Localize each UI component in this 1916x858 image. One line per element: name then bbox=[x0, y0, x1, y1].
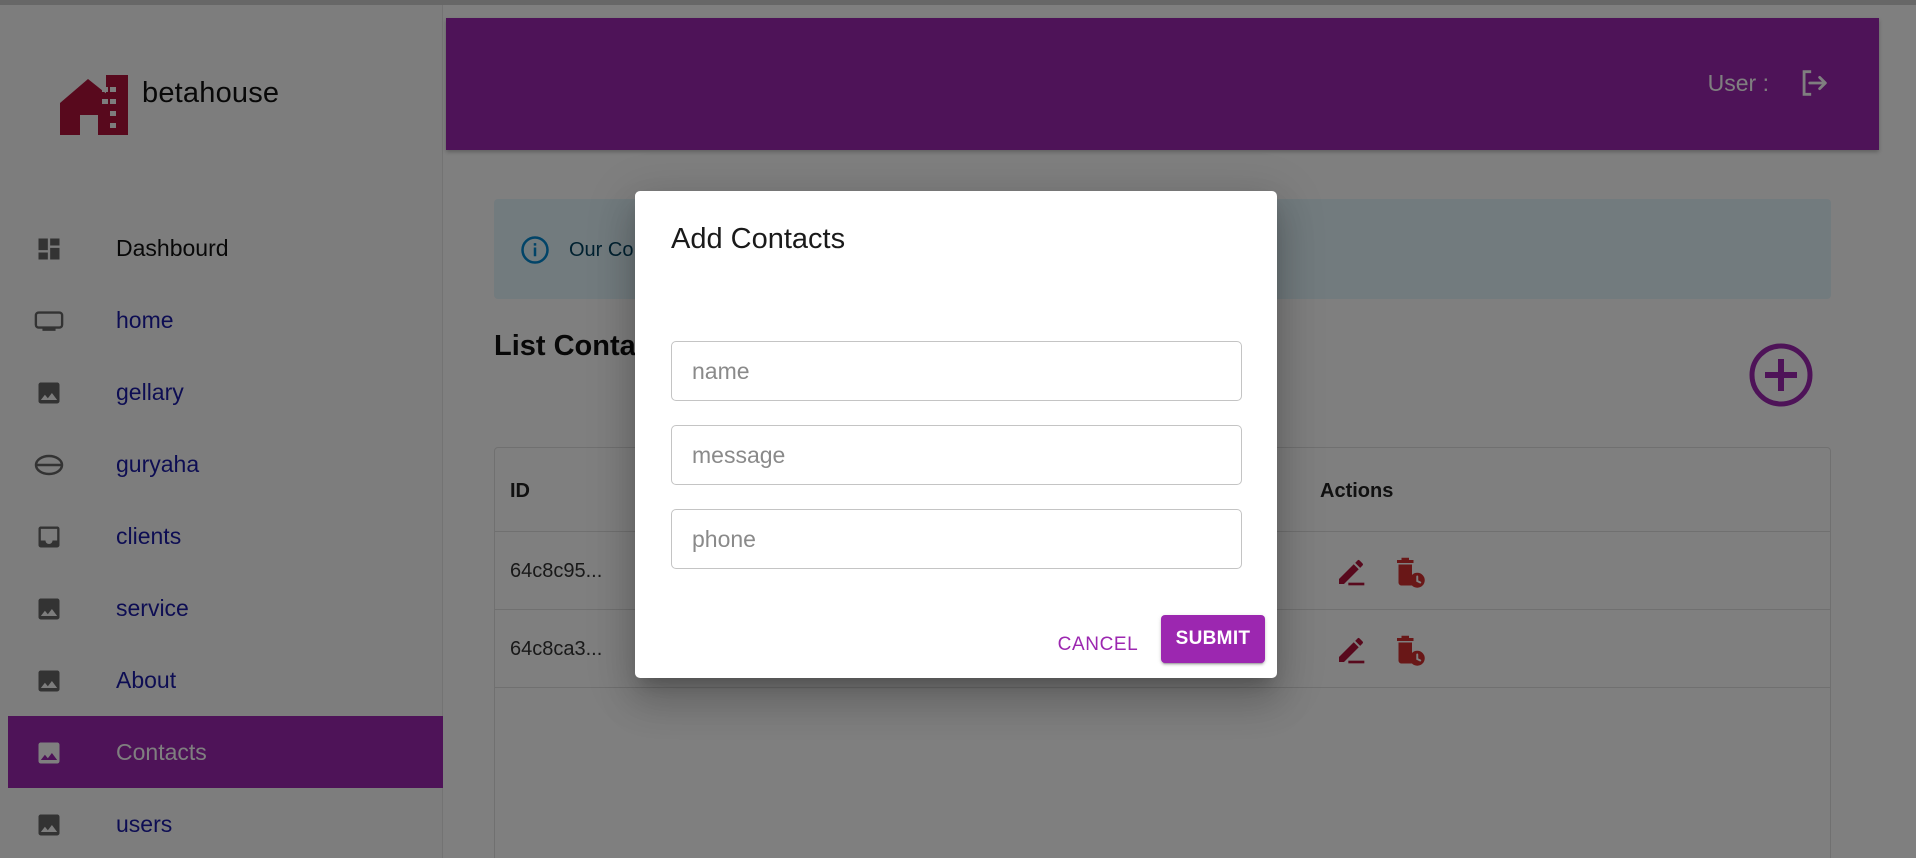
phone-field[interactable] bbox=[671, 509, 1242, 569]
submit-button[interactable]: SUBMIT bbox=[1161, 615, 1265, 663]
message-field[interactable] bbox=[671, 425, 1242, 485]
name-field[interactable] bbox=[671, 341, 1242, 401]
dialog-title: Add Contacts bbox=[671, 223, 846, 255]
cancel-button[interactable]: CANCEL bbox=[1043, 623, 1153, 667]
add-contacts-dialog: Add Contacts CANCEL SUBMIT bbox=[635, 191, 1277, 678]
app-page: betahouse Dashbourd home gellary bbox=[0, 0, 1916, 858]
